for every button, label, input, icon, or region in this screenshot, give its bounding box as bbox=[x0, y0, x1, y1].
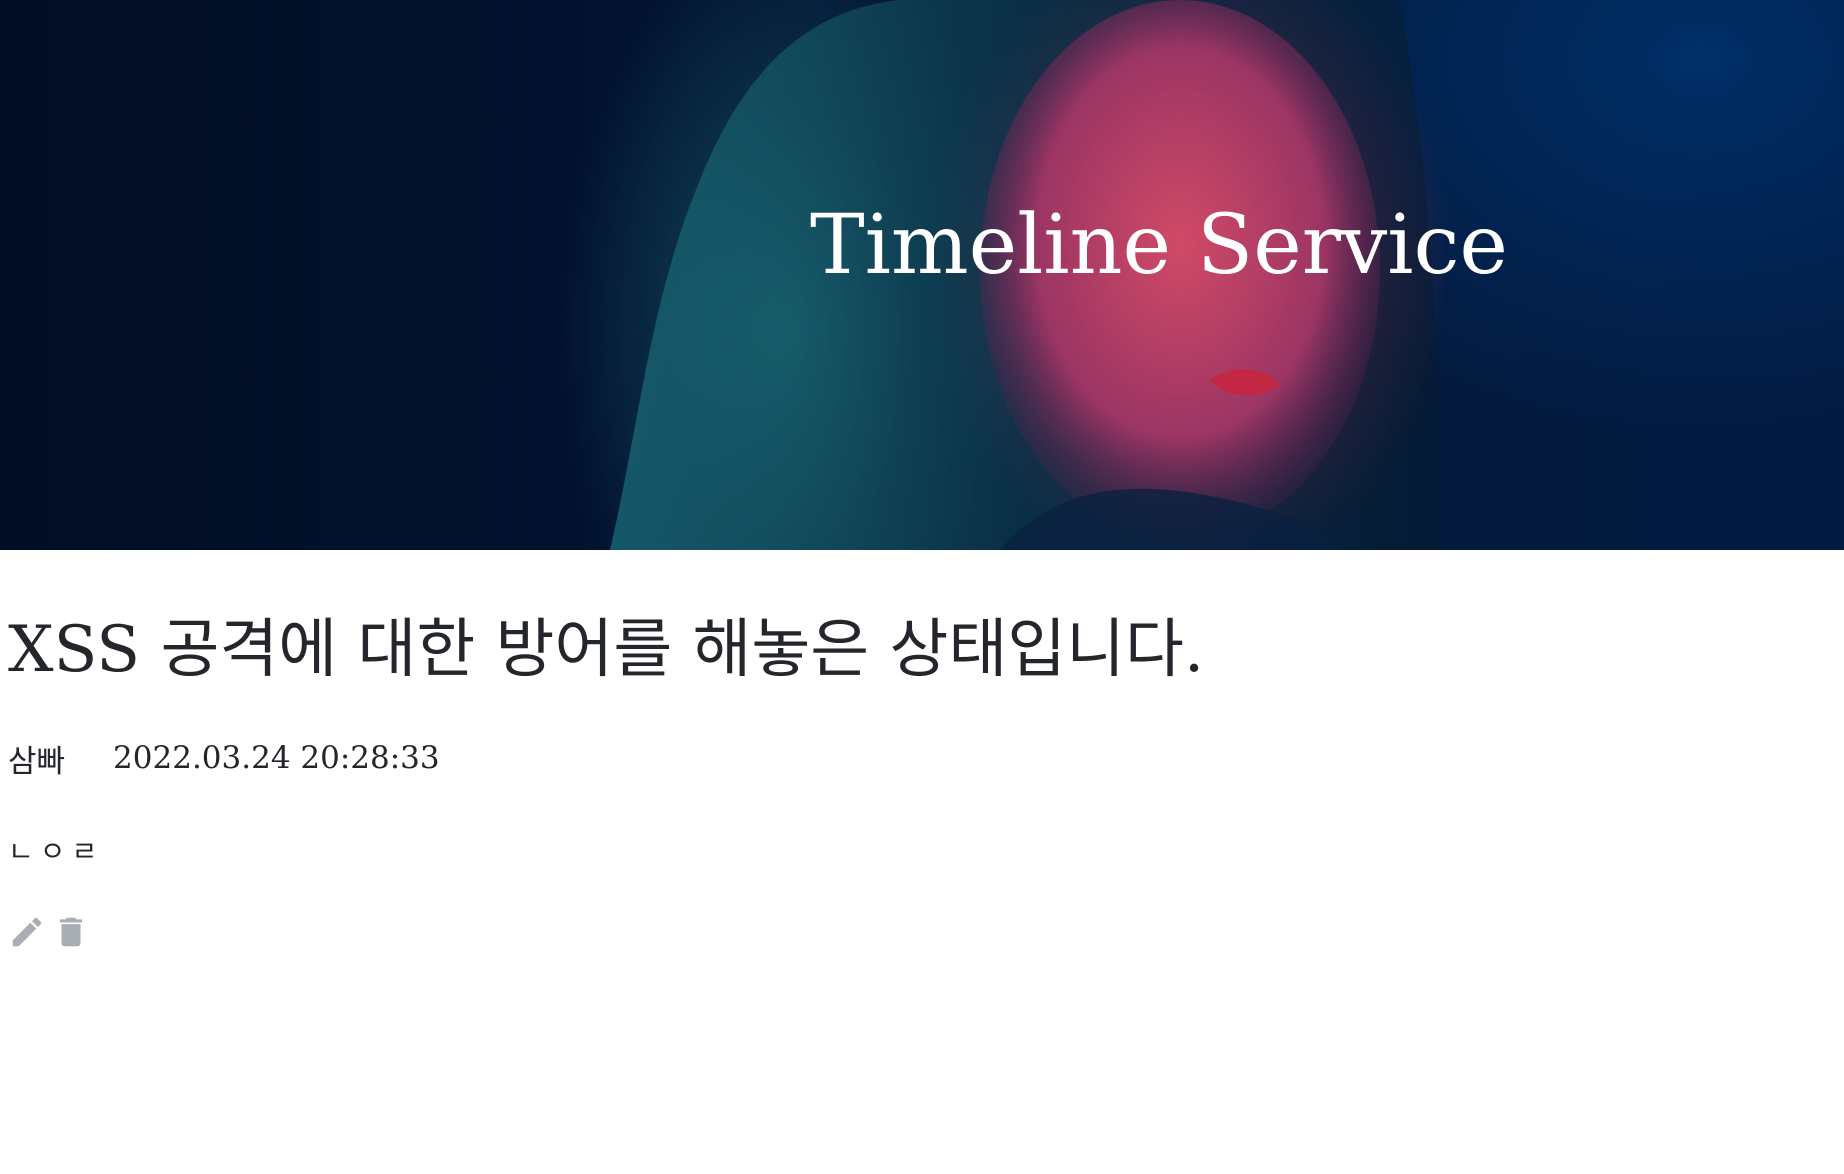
hero-banner: Timeline Service bbox=[0, 0, 1844, 550]
post-detail: XSS 공격에 대한 방어를 해놓은 상태입니다. 삼빠 2022.03.24 … bbox=[8, 600, 1828, 952]
post-body: ㄴㅇㄹ bbox=[8, 835, 104, 868]
post-datetime: 2022.03.24 20:28:33 bbox=[113, 740, 440, 776]
post-actions bbox=[8, 912, 1828, 952]
post-author: 삼빠 bbox=[8, 743, 66, 780]
post-meta: 삼빠 2022.03.24 20:28:33 bbox=[8, 738, 1828, 780]
site-title: Timeline Service bbox=[810, 198, 1508, 293]
pencil-icon[interactable] bbox=[8, 912, 46, 952]
post-title: XSS 공격에 대한 방어를 해놓은 상태입니다. bbox=[8, 613, 1205, 687]
trash-icon[interactable] bbox=[52, 912, 90, 952]
